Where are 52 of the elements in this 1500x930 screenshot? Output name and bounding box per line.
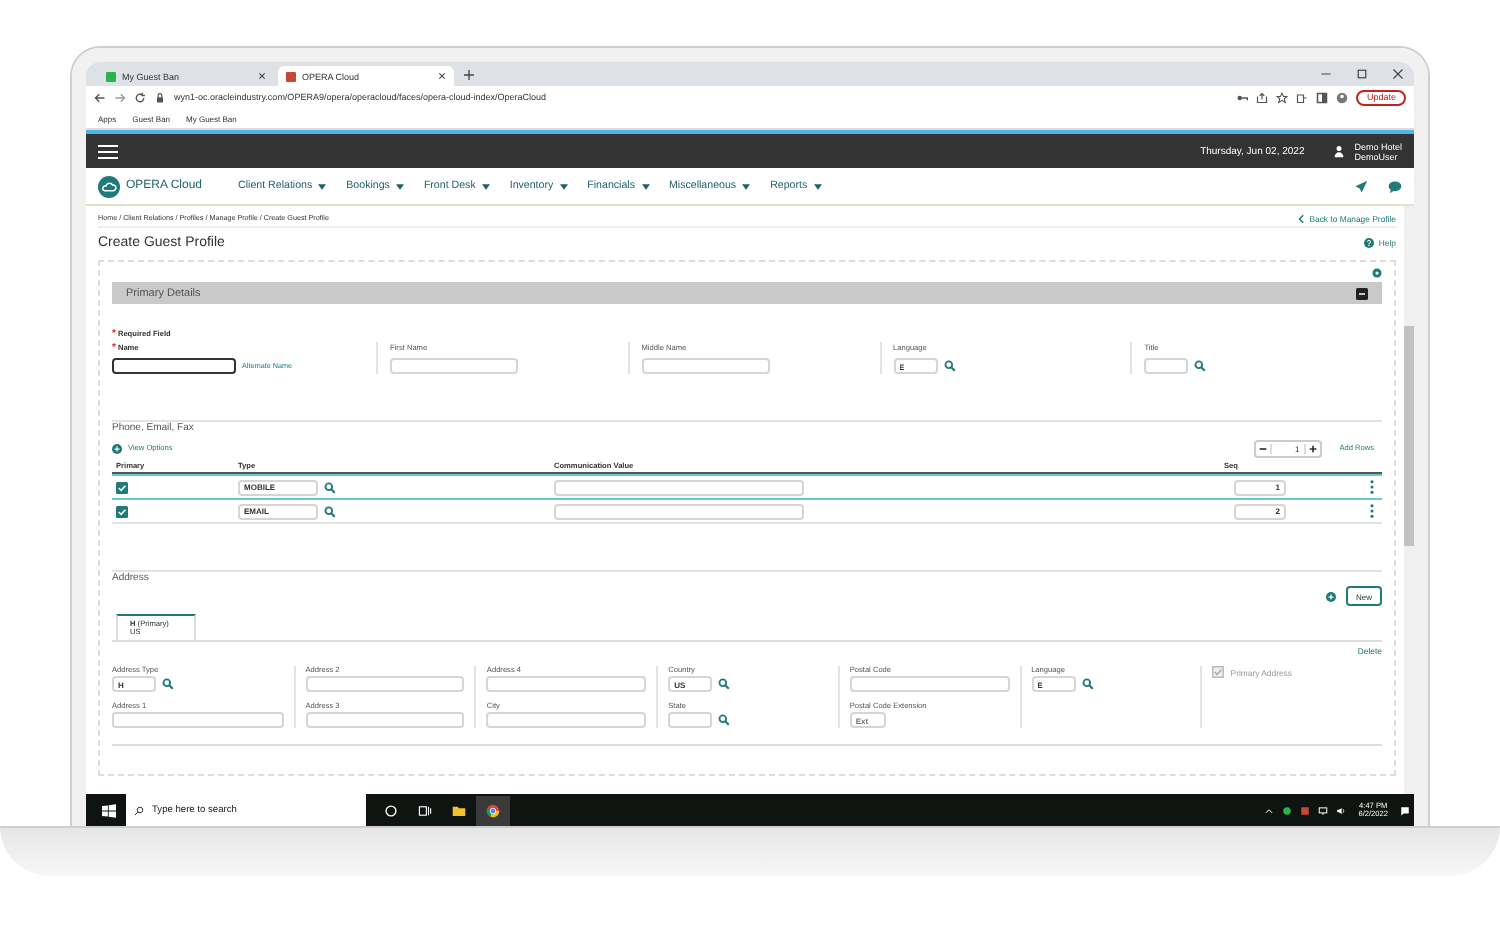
search-icon[interactable] xyxy=(718,714,731,726)
caret-icon xyxy=(742,183,751,189)
chrome-icon[interactable] xyxy=(476,795,510,825)
star-icon[interactable] xyxy=(1276,91,1289,103)
plus-circle-icon[interactable] xyxy=(1325,591,1336,601)
close-icon[interactable] xyxy=(438,72,446,80)
key-icon[interactable] xyxy=(1236,91,1249,103)
close-icon[interactable] xyxy=(1392,68,1404,80)
profile-icon[interactable] xyxy=(1336,91,1349,103)
plus-circle-icon[interactable] xyxy=(112,443,122,453)
app-tray-icon[interactable] xyxy=(1296,805,1315,815)
chevron-left-icon xyxy=(1297,213,1304,223)
caret-icon xyxy=(641,183,649,189)
caret-icon xyxy=(559,183,568,189)
status-dot-icon[interactable] xyxy=(1278,805,1297,815)
sidebar-icon[interactable] xyxy=(1316,91,1329,103)
caret-icon xyxy=(481,183,490,189)
caret-icon xyxy=(813,183,822,189)
lock-icon xyxy=(154,91,166,103)
close-icon[interactable] xyxy=(258,72,266,80)
search-icon[interactable] xyxy=(1194,360,1207,372)
help-icon[interactable] xyxy=(1364,237,1375,247)
menu-icon[interactable] xyxy=(98,143,118,159)
rocket-icon[interactable] xyxy=(1354,179,1368,193)
extensions-icon[interactable] xyxy=(1296,91,1309,103)
collapse-icon[interactable] xyxy=(1356,287,1368,299)
caret-icon xyxy=(395,183,404,189)
minus-icon[interactable] xyxy=(1255,443,1270,453)
reload-icon[interactable] xyxy=(134,91,146,103)
cloud-logo-icon[interactable] xyxy=(98,175,120,197)
chat-icon[interactable] xyxy=(1388,179,1402,193)
person-icon[interactable] xyxy=(1334,144,1345,158)
share-icon[interactable] xyxy=(1256,91,1269,103)
maximize-icon[interactable] xyxy=(1356,68,1368,80)
search-icon xyxy=(134,805,144,815)
scrollbar-thumb[interactable] xyxy=(1404,326,1414,546)
input-field[interactable] xyxy=(112,358,236,374)
caret-icon xyxy=(318,183,327,189)
new-tab-icon[interactable] xyxy=(464,70,474,80)
search-icon[interactable] xyxy=(943,360,955,372)
search-icon[interactable] xyxy=(162,678,174,690)
search-icon[interactable] xyxy=(324,505,336,517)
search-icon[interactable] xyxy=(1081,678,1094,690)
plus-icon[interactable] xyxy=(1305,443,1320,453)
favicon-icon xyxy=(106,71,116,81)
back-arrow-icon[interactable] xyxy=(94,91,106,103)
favicon-icon xyxy=(286,71,296,81)
notification-icon[interactable] xyxy=(1396,805,1414,815)
network-icon[interactable] xyxy=(1314,805,1333,815)
search-icon[interactable] xyxy=(324,481,336,493)
settings-icon[interactable] xyxy=(1372,267,1382,277)
search-icon[interactable] xyxy=(718,678,731,690)
